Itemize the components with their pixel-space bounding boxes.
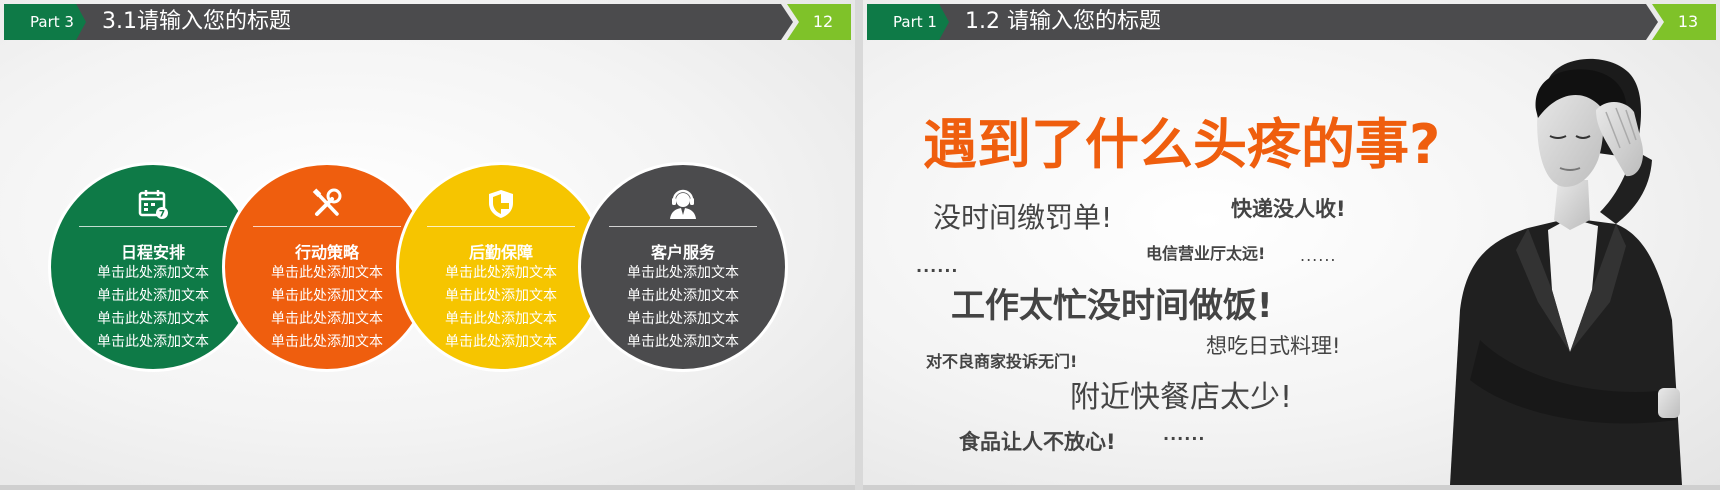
phrase-too-busy: 工作太忙没时间做饭! xyxy=(951,286,1273,326)
slide-title: 3.1请输入您的标题 xyxy=(74,4,793,40)
phrase-food-safety: 食品让人不放心! xyxy=(959,430,1116,454)
text-line: 单击此处添加文本 xyxy=(627,265,739,281)
phrase-japanese-food: 想吃日式料理! xyxy=(1206,334,1341,358)
ellipsis: ...... xyxy=(916,257,959,276)
divider xyxy=(427,226,575,227)
divider xyxy=(609,226,757,227)
text-line: 单击此处添加文本 xyxy=(627,288,739,304)
text-line: 单击此处添加文本 xyxy=(445,265,557,281)
circle-title: 后勤保障 xyxy=(468,243,533,262)
headline: 遇到了什么头疼的事? xyxy=(923,113,1441,176)
text-line: 单击此处添加文本 xyxy=(445,311,557,327)
circle-title: 客户服务 xyxy=(650,243,715,262)
circle-text: 单击此处添加文本 单击此处添加文本 单击此处添加文本 单击此处添加文本 xyxy=(399,262,603,354)
slide-footer xyxy=(0,485,855,490)
shield-icon xyxy=(489,190,513,218)
slide-header-bar: Part 1 1.2 请输入您的标题 13 xyxy=(867,4,1716,40)
slide-header-bar: Part 3 3.1请输入您的标题 12 xyxy=(4,4,851,40)
slide-12: Part 3 3.1请输入您的标题 12 7 日程安排 单击此处添加文本 单击此… xyxy=(0,0,855,490)
circle-logistics: 后勤保障 单击此处添加文本 单击此处添加文本 单击此处添加文本 单击此处添加文本 xyxy=(396,162,606,372)
ellipsis: ...... xyxy=(1300,246,1337,265)
text-line: 单击此处添加文本 xyxy=(627,334,739,350)
text-line: 单击此处添加文本 xyxy=(445,288,557,304)
page-number: 12 xyxy=(787,4,851,40)
phrase-complaint: 对不良商家投诉无门! xyxy=(926,352,1078,371)
page-number: 13 xyxy=(1652,4,1716,40)
phrase-telecom: 电信营业厅太远! xyxy=(1146,244,1266,263)
circle-customer-service: 客户服务 单击此处添加文本 单击此处添加文本 单击此处添加文本 单击此处添加文本 xyxy=(578,162,788,372)
text-line: 单击此处添加文本 xyxy=(445,334,557,350)
slide-title: 1.2 请输入您的标题 xyxy=(937,4,1658,40)
slide-13: Part 1 1.2 请输入您的标题 13 遇到了什么头疼的事? 没时间缴罚单!… xyxy=(863,0,1720,490)
text-line: 单击此处添加文本 xyxy=(627,311,739,327)
phrase-delivery: 快递没人收! xyxy=(1231,197,1346,221)
circle-text: 单击此处添加文本 单击此处添加文本 单击此处添加文本 单击此处添加文本 xyxy=(581,262,785,354)
phrase-parking-ticket: 没时间缴罚单! xyxy=(933,201,1113,234)
calendar-icon: 7 xyxy=(138,190,168,220)
ellipsis: ...... xyxy=(1163,425,1206,444)
part-label: Part 1 xyxy=(867,4,949,40)
headset-agent-icon xyxy=(670,189,696,219)
divider xyxy=(79,226,227,227)
tools-icon xyxy=(312,188,342,216)
slide-footer xyxy=(863,485,1720,490)
svg-text:7: 7 xyxy=(159,210,165,220)
phrase-fast-food: 附近快餐店太少! xyxy=(1070,380,1293,415)
worried-businesswoman-photo xyxy=(1450,58,1682,485)
divider xyxy=(253,226,401,227)
part-label: Part 3 xyxy=(4,4,86,40)
